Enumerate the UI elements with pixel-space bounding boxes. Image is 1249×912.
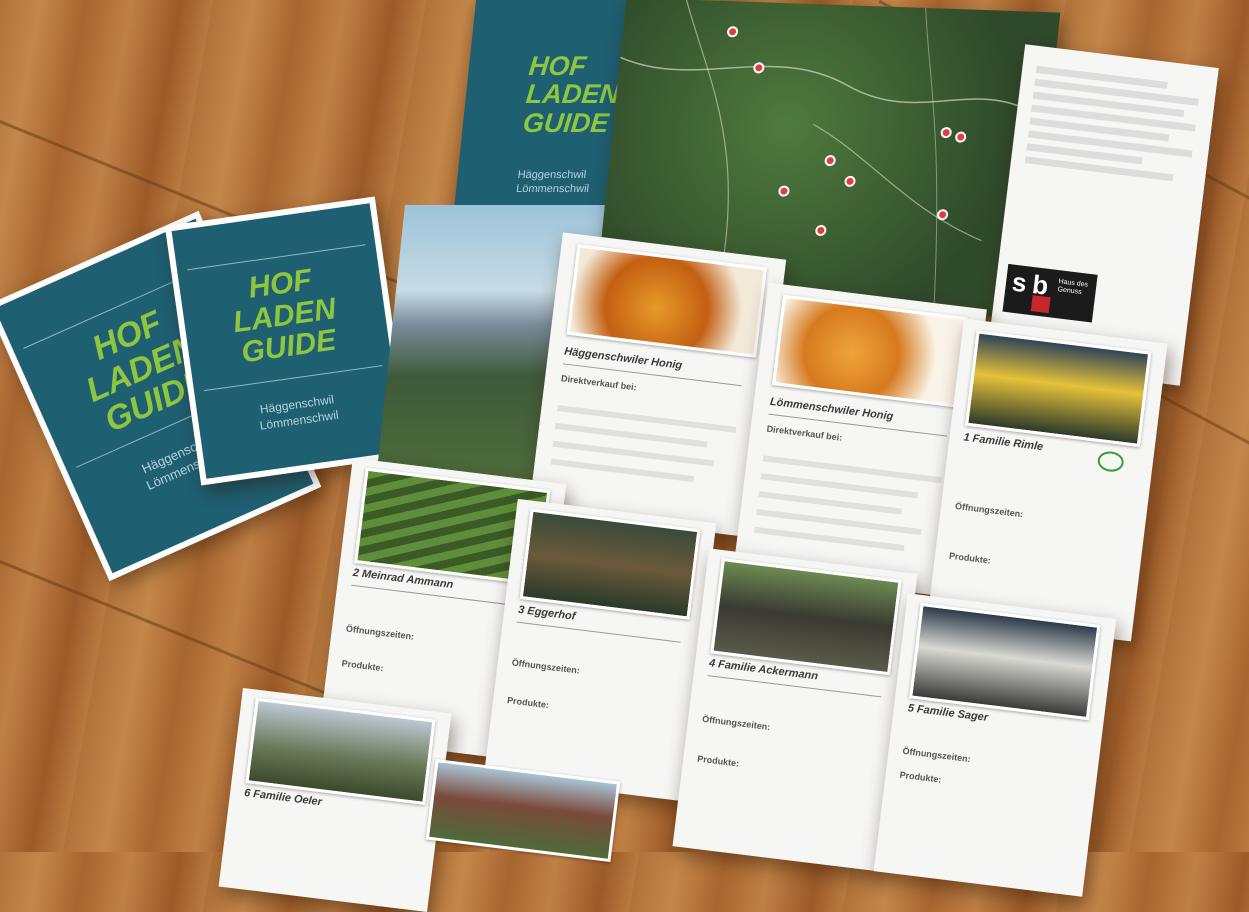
intro-text-lines (1024, 60, 1201, 189)
farm-photo (519, 508, 701, 620)
honey-panel-title: Häggenschwiler Honig (563, 345, 683, 372)
farm-panel: 6 Familie Oeler (218, 687, 452, 912)
opening-hours-label: Öffnungszeiten: (701, 713, 771, 733)
address-lines (549, 393, 738, 498)
farm-photo (710, 557, 902, 676)
folded-booklet: HOF LADEN GUIDE Häggenschwil Lömmenschwi… (164, 196, 412, 486)
booklet-subtitle: Häggenschwil Lömmenschwil (197, 384, 399, 443)
farm-photo (245, 697, 436, 806)
honey-jar-icon (772, 294, 968, 408)
direct-sale-label: Direktverkauf bei: (766, 423, 843, 443)
products-label: Produkte: (696, 753, 740, 769)
direct-sale-label: Direktverkauf bei: (560, 373, 638, 393)
divider (516, 621, 681, 643)
honey-panel-title: Lömmenschwiler Honig (769, 395, 894, 423)
farm-photo (909, 602, 1101, 721)
address-lines (752, 443, 943, 566)
products-label: Produkte: (899, 769, 942, 785)
farm-title: 1 Familie Rimle (962, 431, 1044, 454)
farm-title: 3 Eggerhof (517, 603, 577, 623)
opening-hours-label: Öffnungszeiten: (345, 623, 415, 642)
honey-jar-icon (566, 244, 768, 358)
opening-hours-label: Öffnungszeiten: (954, 500, 1024, 520)
booklet-cover: HOF LADEN GUIDE Häggenschwil Lömmenschwi… (171, 203, 405, 479)
products-label: Produkte: (948, 550, 992, 566)
booklet-title: HOF LADEN GUIDE (179, 255, 390, 376)
farm-panel: 3 Eggerhof Öffnungszeiten: Produkte: (483, 498, 717, 802)
sb-logo: sb Haus des Genuss (1002, 263, 1098, 323)
farm-panel: 5 Familie Sager Öffnungszeiten: Produkte… (873, 593, 1117, 897)
bio-logo-icon (1096, 450, 1125, 474)
unfolded-map-sheet: HOF LADEN GUIDE Häggenschwil Lömmenschwi… (218, 0, 1249, 912)
products-label: Produkte: (341, 658, 385, 674)
farm-panel: 1 Familie Rimle Öffnungszeiten: Produkte… (927, 318, 1168, 642)
farm-photo (965, 330, 1152, 447)
opening-hours-label: Öffnungszeiten: (511, 657, 581, 676)
opening-hours-label: Öffnungszeiten: (901, 745, 972, 765)
logo-tagline: Haus des Genuss (1057, 278, 1089, 296)
wood-seam (0, 560, 334, 698)
products-label: Produkte: (506, 695, 550, 711)
